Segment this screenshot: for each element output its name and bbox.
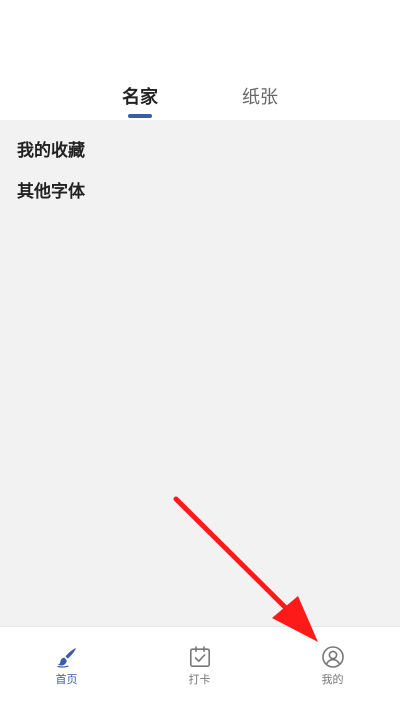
tab-zhizhang[interactable]: 纸张 [242, 86, 278, 110]
nav-label-mine: 我的 [321, 673, 344, 686]
nav-item-checkin[interactable]: 打卡 [133, 627, 266, 710]
tab-mingjia[interactable]: 名家 [122, 86, 158, 110]
list-item-favorites[interactable]: 我的收藏 [17, 139, 85, 163]
active-tab-indicator [128, 114, 152, 118]
calendar-check-icon [189, 646, 210, 667]
top-tab-bar: 名家 纸张 [0, 76, 400, 120]
bottom-nav-bar: 首页 打卡 我的 [0, 626, 400, 710]
nav-label-home: 首页 [55, 673, 78, 686]
app-screen: 名家 纸张 我的收藏 其他字体 首页 打卡 我的 [0, 0, 400, 710]
nav-item-home[interactable]: 首页 [0, 627, 133, 710]
user-icon [321, 646, 344, 668]
nav-item-mine[interactable]: 我的 [266, 627, 399, 710]
nav-label-checkin: 打卡 [188, 673, 211, 686]
content-list: 我的收藏 其他字体 [0, 120, 400, 626]
brush-icon [56, 648, 76, 668]
list-item-other-fonts[interactable]: 其他字体 [17, 180, 85, 204]
